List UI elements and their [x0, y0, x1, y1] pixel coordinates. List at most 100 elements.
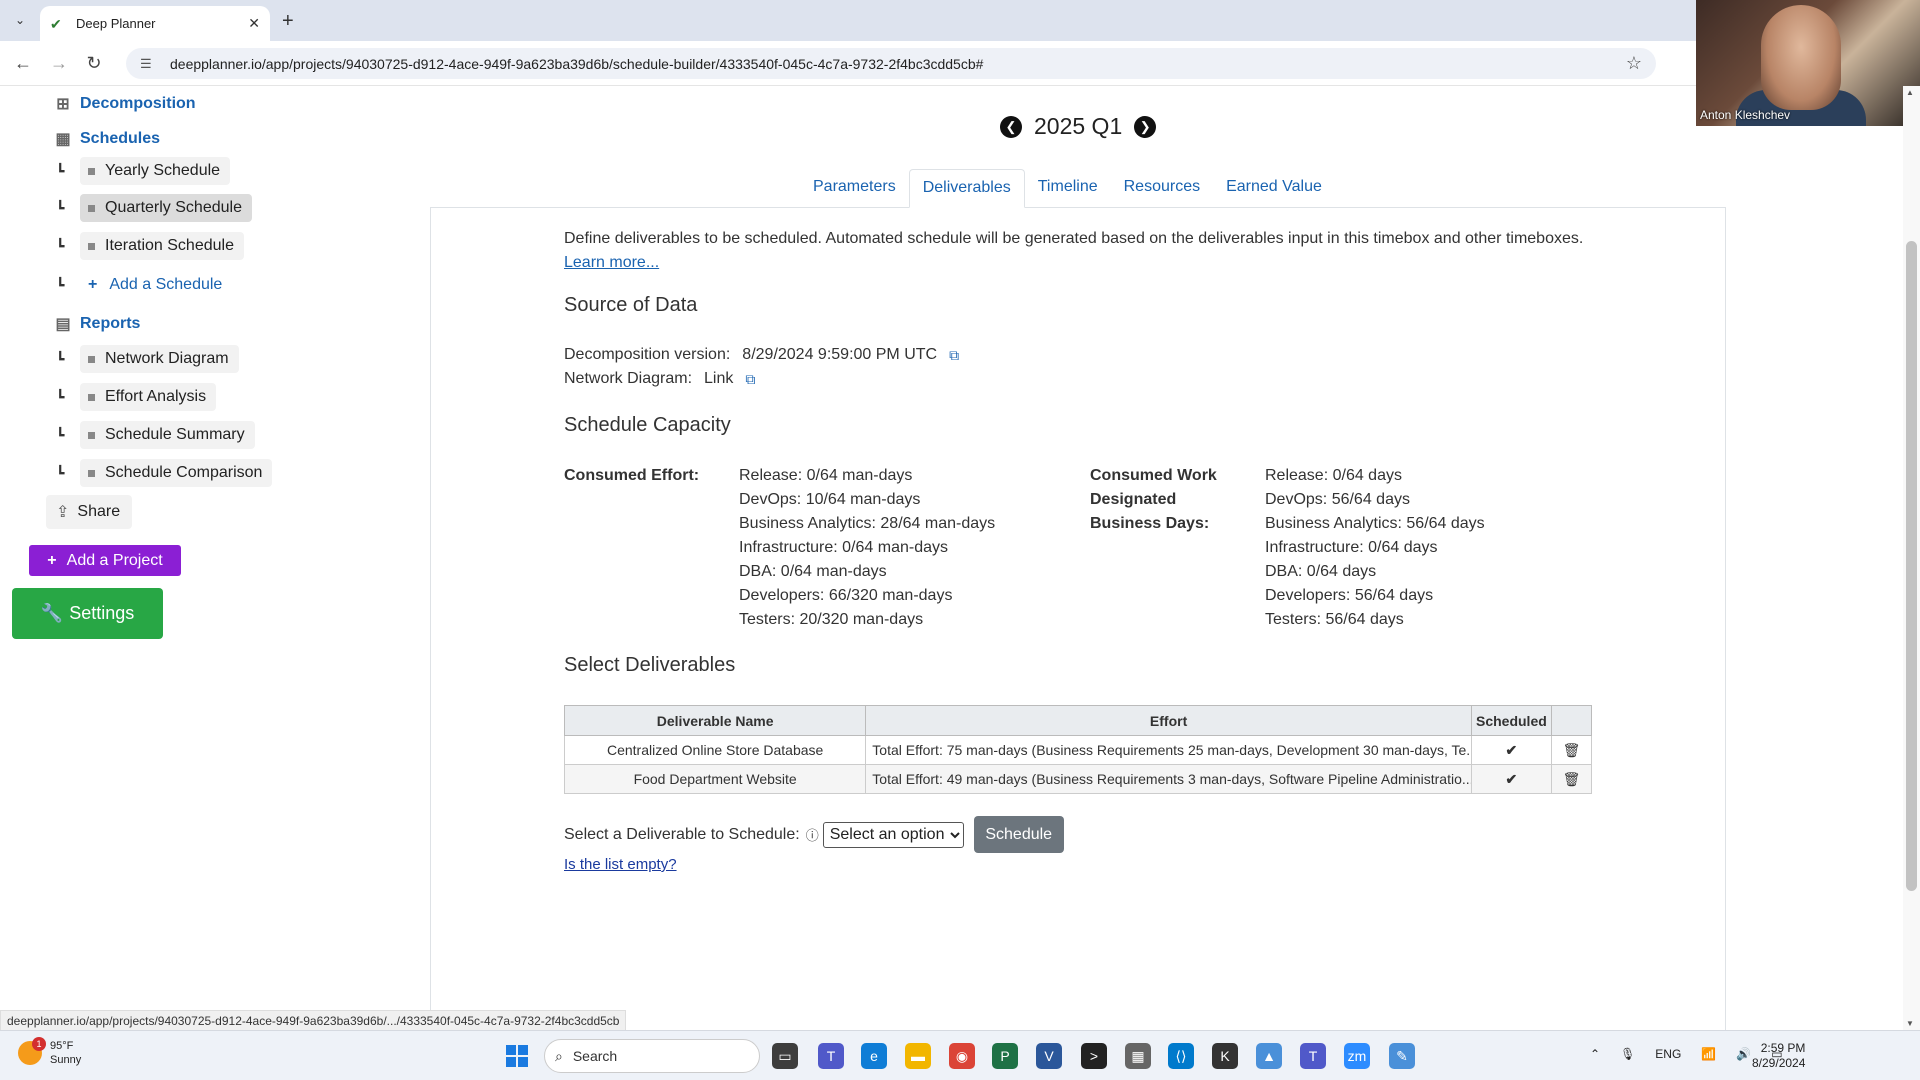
- wifi-icon[interactable]: 📶: [1701, 1047, 1716, 1061]
- consumed-work-item: DBA: 0/64 days: [1265, 563, 1377, 580]
- sidebar-item-network-diagram[interactable]: ┗ Network Diagram: [56, 345, 239, 373]
- file-explorer-icon[interactable]: ▬: [905, 1043, 931, 1069]
- sidebar-item-quarterly-schedule[interactable]: ┗ Quarterly Schedule: [56, 194, 252, 222]
- zoom-icon[interactable]: zm: [1344, 1043, 1370, 1069]
- chart-app-icon[interactable]: ▲: [1256, 1043, 1282, 1069]
- sun-icon: 1: [18, 1037, 46, 1065]
- close-tab-icon[interactable]: ✕: [248, 15, 260, 32]
- tree-elbow-icon: ┗: [56, 237, 65, 254]
- delete-trash-icon[interactable]: 🗑: [1550, 735, 1593, 765]
- language-indicator[interactable]: ENG: [1655, 1047, 1681, 1061]
- page-scrollbar[interactable]: ▲ ▼: [1903, 86, 1920, 1030]
- sidebar-pill[interactable]: Effort Analysis: [80, 383, 217, 411]
- tab-parameters[interactable]: Parameters: [800, 169, 909, 208]
- sidebar-item-decomposition[interactable]: ⊞ Decomposition: [52, 94, 196, 114]
- teams-icon[interactable]: T: [818, 1043, 844, 1069]
- tab-earned-value[interactable]: Earned Value: [1213, 169, 1335, 208]
- microphone-icon[interactable]: 🎙: [1620, 1047, 1635, 1061]
- external-link-icon[interactable]: ⧉: [745, 371, 755, 388]
- help-question-icon[interactable]: ⓘ: [806, 825, 819, 844]
- visio-icon[interactable]: V: [1036, 1043, 1062, 1069]
- sidebar-item-schedule-comparison[interactable]: ┗ Schedule Comparison: [56, 459, 273, 487]
- scrollbar-thumb[interactable]: [1906, 241, 1917, 891]
- sidebar-item-reports[interactable]: ▤ Reports: [52, 314, 140, 334]
- sidebar-item-add-schedule[interactable]: ┗ + Add a Schedule: [56, 271, 232, 299]
- taskbar-clock[interactable]: 2:59 PM 8/29/2024: [1752, 1041, 1805, 1071]
- reload-icon[interactable]: ↻: [83, 53, 105, 74]
- learn-more-link[interactable]: Learn more...: [564, 254, 659, 271]
- is-list-empty-link[interactable]: Is the list empty?: [564, 856, 677, 873]
- chrome-icon[interactable]: ◉: [949, 1043, 975, 1069]
- external-link-icon[interactable]: ⧉: [949, 347, 959, 364]
- consumed-work-item: Business Analytics: 56/64 days: [1265, 515, 1485, 532]
- sidebar-pill[interactable]: Network Diagram: [80, 345, 239, 373]
- consumed-effort-item: Testers: 20/320 man-days: [739, 611, 924, 628]
- app-k-icon[interactable]: K: [1212, 1043, 1238, 1069]
- square-bullet-icon: [88, 431, 95, 439]
- network-diagram-row: Network Diagram: Link ⧉: [564, 370, 755, 388]
- tree-elbow-icon: ┗: [56, 388, 65, 405]
- add-project-label: Add a Project: [66, 551, 163, 569]
- scroll-up-arrow-icon[interactable]: ▲: [1906, 88, 1914, 97]
- calculator-icon[interactable]: ▦: [1125, 1043, 1151, 1069]
- sidebar-item-label: Iteration Schedule: [105, 237, 234, 254]
- tab-resources[interactable]: Resources: [1111, 169, 1213, 208]
- delete-trash-icon[interactable]: 🗑: [1550, 764, 1593, 794]
- teams-classic-icon[interactable]: T: [1300, 1043, 1326, 1069]
- new-tab-plus-icon[interactable]: +: [282, 10, 294, 33]
- url-text: deepplanner.io/app/projects/94030725-d91…: [170, 55, 984, 72]
- square-bullet-icon: [88, 167, 95, 175]
- taskbar-search[interactable]: ⌕ Search: [544, 1039, 760, 1073]
- browser-tab[interactable]: ✔ Deep Planner ✕: [40, 6, 270, 41]
- site-info-icon[interactable]: ☰: [140, 56, 156, 72]
- tree-elbow-icon: ┗: [56, 426, 65, 443]
- sidebar-item-schedule-summary[interactable]: ┗ Schedule Summary: [56, 421, 255, 449]
- vscode-icon[interactable]: ⟨⟩: [1168, 1043, 1194, 1069]
- chevron-up-icon[interactable]: ⌃: [1590, 1047, 1600, 1061]
- column-header: Deliverable Name: [563, 705, 867, 736]
- tab-deliverables[interactable]: Deliverables: [908, 169, 1025, 208]
- bookmark-star-icon[interactable]: ☆: [1626, 53, 1642, 74]
- table-row[interactable]: Centralized Online Store Database Total …: [563, 735, 1593, 765]
- back-arrow-icon[interactable]: ←: [12, 53, 34, 74]
- table-row[interactable]: Food Department Website Total Effort: 49…: [563, 764, 1593, 794]
- edge-icon[interactable]: e: [861, 1043, 887, 1069]
- address-bar[interactable]: ☰ deepplanner.io/app/projects/94030725-d…: [126, 48, 1656, 79]
- clock-time: 2:59 PM: [1760, 1041, 1806, 1055]
- tab-timeline[interactable]: Timeline: [1025, 169, 1111, 208]
- task-view-icon[interactable]: ▭: [772, 1043, 798, 1069]
- source-of-data-heading: Source of Data: [564, 294, 698, 316]
- sidebar-item-iteration-schedule[interactable]: ┗ Iteration Schedule: [56, 232, 244, 260]
- schedule-button[interactable]: Schedule: [973, 816, 1064, 853]
- deliverable-select[interactable]: Select an option: [822, 821, 964, 848]
- sidebar-item-label: Decomposition: [80, 95, 196, 112]
- project-icon[interactable]: P: [992, 1043, 1018, 1069]
- sidebar-item-schedules[interactable]: ▦ Schedules: [52, 129, 160, 149]
- weather-widget[interactable]: 1 95°F Sunny: [18, 1037, 81, 1067]
- previous-period-chevron-icon[interactable]: ❮: [1000, 115, 1022, 138]
- square-bullet-icon: [88, 469, 95, 477]
- sidebar-pill[interactable]: + Add a Schedule: [80, 271, 232, 299]
- consumed-effort-list: Release: 0/64 man-days DevOps: 10/64 man…: [739, 464, 995, 632]
- share-button[interactable]: ⇪ Share: [46, 495, 133, 529]
- sidebar-pill[interactable]: Iteration Schedule: [80, 232, 244, 260]
- settings-button[interactable]: 🔧 Settings: [12, 588, 163, 639]
- sidebar-item-yearly-schedule[interactable]: ┗ Yearly Schedule: [56, 157, 231, 185]
- sidebar-pill[interactable]: Yearly Schedule: [80, 157, 231, 185]
- sidebar-item-effort-analysis[interactable]: ┗ Effort Analysis: [56, 383, 217, 411]
- paint-icon[interactable]: ✎: [1389, 1043, 1415, 1069]
- column-header: Scheduled: [1470, 705, 1552, 736]
- sidebar-pill[interactable]: Schedule Summary: [80, 421, 255, 449]
- windows-start-icon[interactable]: [506, 1045, 528, 1067]
- next-period-chevron-icon[interactable]: ❯: [1134, 115, 1157, 138]
- terminal-icon[interactable]: >: [1081, 1043, 1107, 1069]
- tab-search-dropdown-icon[interactable]: ⌄: [10, 10, 30, 30]
- period-label: 2025 Q1: [1034, 113, 1123, 139]
- forward-arrow-icon[interactable]: →: [48, 53, 70, 74]
- sidebar-pill[interactable]: Schedule Comparison: [80, 459, 273, 487]
- add-project-button[interactable]: + Add a Project: [29, 545, 181, 576]
- consumed-effort-item: DevOps: 10/64 man-days: [739, 491, 921, 508]
- scroll-down-arrow-icon[interactable]: ▼: [1906, 1019, 1914, 1028]
- speaker-icon[interactable]: 🔊: [1736, 1047, 1751, 1061]
- sidebar-pill-active[interactable]: Quarterly Schedule: [80, 194, 252, 222]
